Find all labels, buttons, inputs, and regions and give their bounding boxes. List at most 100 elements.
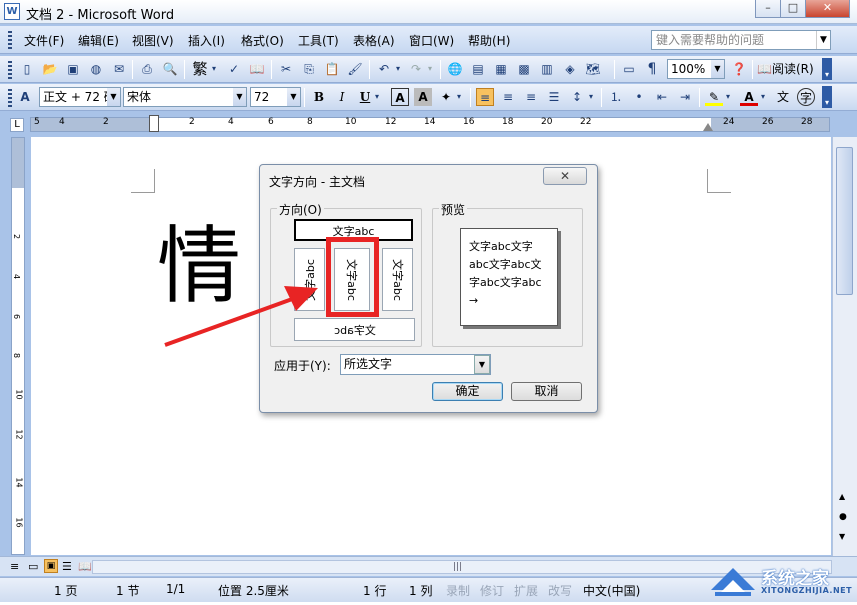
reading-view-icon[interactable]: 📖 bbox=[78, 560, 92, 573]
outline-view-icon[interactable]: ☰ bbox=[62, 560, 72, 573]
print-view-icon[interactable]: ▣ bbox=[44, 559, 58, 573]
traditional-chinese-icon[interactable]: 繁 bbox=[190, 60, 210, 78]
scrollbar-grip[interactable]: ||| bbox=[453, 562, 462, 572]
numbering-icon[interactable]: ⒈ bbox=[607, 88, 625, 106]
spelling-icon[interactable]: ✓ bbox=[225, 60, 243, 78]
cancel-button[interactable]: 取消 bbox=[511, 382, 582, 401]
help-icon[interactable]: ❓ bbox=[730, 60, 748, 78]
toolbar-options-icon[interactable]: ▾ bbox=[822, 86, 832, 108]
chevron-down-icon[interactable]: ▾ bbox=[372, 88, 382, 106]
scrollbar-thumb[interactable] bbox=[836, 147, 853, 295]
chevron-down-icon[interactable]: ▾ bbox=[425, 60, 435, 78]
status-record[interactable]: 录制 bbox=[446, 582, 470, 599]
char-scale-icon[interactable]: ✦ bbox=[437, 88, 455, 106]
tab-selector-icon[interactable]: L bbox=[10, 118, 24, 132]
new-icon[interactable]: ▯ bbox=[18, 60, 36, 78]
toolbar-grip[interactable] bbox=[8, 89, 12, 107]
chevron-down-icon[interactable]: ▼ bbox=[474, 355, 490, 374]
style-combo[interactable]: 正文 + 72 磅 ▼ bbox=[39, 87, 121, 107]
vertical-ruler[interactable]: 2 4 6 8 10 12 14 16 bbox=[11, 137, 25, 555]
menu-file[interactable]: 文件(F) bbox=[24, 32, 64, 49]
font-combo[interactable]: 宋体 ▼ bbox=[123, 87, 247, 107]
zoom-combo[interactable]: 100% ▼ bbox=[667, 59, 725, 79]
document-map-icon[interactable]: ▭ bbox=[620, 60, 638, 78]
status-track-changes[interactable]: 修订 bbox=[480, 582, 504, 599]
maximize-button[interactable]: □ bbox=[780, 0, 806, 18]
chevron-down-icon[interactable]: ▼ bbox=[233, 88, 246, 106]
toolbar-grip[interactable] bbox=[8, 61, 12, 79]
chevron-down-icon[interactable]: ▼ bbox=[287, 88, 300, 106]
menu-edit[interactable]: 编辑(E) bbox=[78, 32, 119, 49]
char-shading-button[interactable]: A bbox=[414, 88, 432, 106]
phonetic-guide-icon[interactable]: 文 bbox=[774, 88, 792, 106]
menubar-grip[interactable] bbox=[8, 31, 12, 49]
indent-marker[interactable] bbox=[149, 115, 159, 132]
web-view-icon[interactable]: ▭ bbox=[28, 560, 38, 573]
insert-excel-icon[interactable]: ▩ bbox=[515, 60, 533, 78]
apply-to-select[interactable]: 所选文字 ▼ bbox=[340, 354, 491, 375]
mail-icon[interactable]: ✉ bbox=[110, 60, 128, 78]
save-icon[interactable]: ▣ bbox=[64, 60, 82, 78]
chevron-down-icon[interactable]: ▾ bbox=[723, 88, 733, 106]
status-overtype[interactable]: 改写 bbox=[548, 582, 572, 599]
read-mode-button[interactable]: 📖阅读(R) bbox=[757, 60, 819, 78]
chevron-down-icon[interactable]: ▾ bbox=[209, 60, 219, 78]
align-right-icon[interactable]: ≡ bbox=[522, 88, 540, 106]
research-icon[interactable]: 📖 bbox=[248, 60, 266, 78]
chevron-down-icon[interactable]: ▼ bbox=[711, 60, 724, 78]
font-size-combo[interactable]: 72 ▼ bbox=[250, 87, 301, 107]
vertical-scrollbar[interactable]: ▲ ● ▼ bbox=[832, 137, 857, 556]
menu-insert[interactable]: 插入(I) bbox=[188, 32, 225, 49]
dialog-close-button[interactable]: ✕ bbox=[543, 167, 587, 185]
permission-icon[interactable]: ◍ bbox=[87, 60, 105, 78]
print-preview-icon[interactable]: 🔍 bbox=[161, 60, 179, 78]
open-icon[interactable]: 📂 bbox=[41, 60, 59, 78]
insert-table-icon[interactable]: ▦ bbox=[492, 60, 510, 78]
undo-icon[interactable]: ↶ bbox=[375, 60, 393, 78]
menu-window[interactable]: 窗口(W) bbox=[409, 32, 454, 49]
status-extend[interactable]: 扩展 bbox=[514, 582, 538, 599]
help-search-input[interactable]: 键入需要帮助的问题 ▼ bbox=[651, 30, 831, 50]
chevron-down-icon[interactable]: ▾ bbox=[393, 60, 403, 78]
align-left-icon[interactable]: ≡ bbox=[476, 88, 494, 106]
cut-icon[interactable]: ✂ bbox=[277, 60, 295, 78]
menu-format[interactable]: 格式(O) bbox=[241, 32, 284, 49]
word-app-icon[interactable]: W bbox=[4, 3, 20, 20]
paste-icon[interactable]: 📋 bbox=[323, 60, 341, 78]
option-vertical-left[interactable]: 文字abc bbox=[294, 248, 325, 311]
normal-view-icon[interactable]: ≡ bbox=[10, 560, 19, 573]
menu-table[interactable]: 表格(A) bbox=[353, 32, 395, 49]
line-spacing-icon[interactable]: ↕ bbox=[568, 88, 586, 106]
right-indent-marker[interactable] bbox=[703, 123, 713, 131]
chevron-down-icon[interactable]: ▾ bbox=[758, 88, 768, 106]
bullets-icon[interactable]: • bbox=[630, 88, 648, 106]
document-map-icon[interactable]: 🗺 bbox=[584, 60, 602, 78]
styles-pane-icon[interactable]: A bbox=[16, 88, 34, 106]
align-center-icon[interactable]: ≡ bbox=[499, 88, 517, 106]
char-border-button[interactable]: A bbox=[391, 88, 409, 106]
font-color-icon[interactable]: A bbox=[740, 88, 758, 106]
show-hide-icon[interactable]: ¶ bbox=[643, 60, 661, 78]
scroll-up-icon[interactable]: ▲ bbox=[839, 492, 845, 501]
chevron-down-icon[interactable]: ▼ bbox=[107, 88, 120, 106]
toolbar-options-icon[interactable]: ▾ bbox=[822, 58, 832, 80]
menu-help[interactable]: 帮助(H) bbox=[468, 32, 510, 49]
close-button[interactable]: ✕ bbox=[805, 0, 850, 18]
browse-object-icon[interactable]: ● bbox=[839, 512, 847, 522]
hyperlink-icon[interactable]: 🌐 bbox=[446, 60, 464, 78]
chevron-down-icon[interactable]: ▼ bbox=[816, 31, 830, 49]
justify-icon[interactable]: ☰ bbox=[545, 88, 563, 106]
print-icon[interactable]: ⎙ bbox=[138, 60, 156, 78]
tables-borders-icon[interactable]: ▤ bbox=[469, 60, 487, 78]
drawing-icon[interactable]: ◈ bbox=[561, 60, 579, 78]
columns-icon[interactable]: ▥ bbox=[538, 60, 556, 78]
minimize-button[interactable]: – bbox=[755, 0, 781, 18]
menu-tools[interactable]: 工具(T) bbox=[298, 32, 339, 49]
highlight-icon[interactable]: ✎ bbox=[705, 88, 723, 106]
chevron-down-icon[interactable]: ▾ bbox=[586, 88, 596, 106]
copy-icon[interactable]: ⎘ bbox=[300, 60, 318, 78]
redo-icon[interactable]: ↷ bbox=[407, 60, 425, 78]
document-text[interactable]: 情 bbox=[157, 199, 241, 320]
menu-view[interactable]: 视图(V) bbox=[132, 32, 174, 49]
option-bottom[interactable]: 文字abc bbox=[294, 318, 415, 341]
